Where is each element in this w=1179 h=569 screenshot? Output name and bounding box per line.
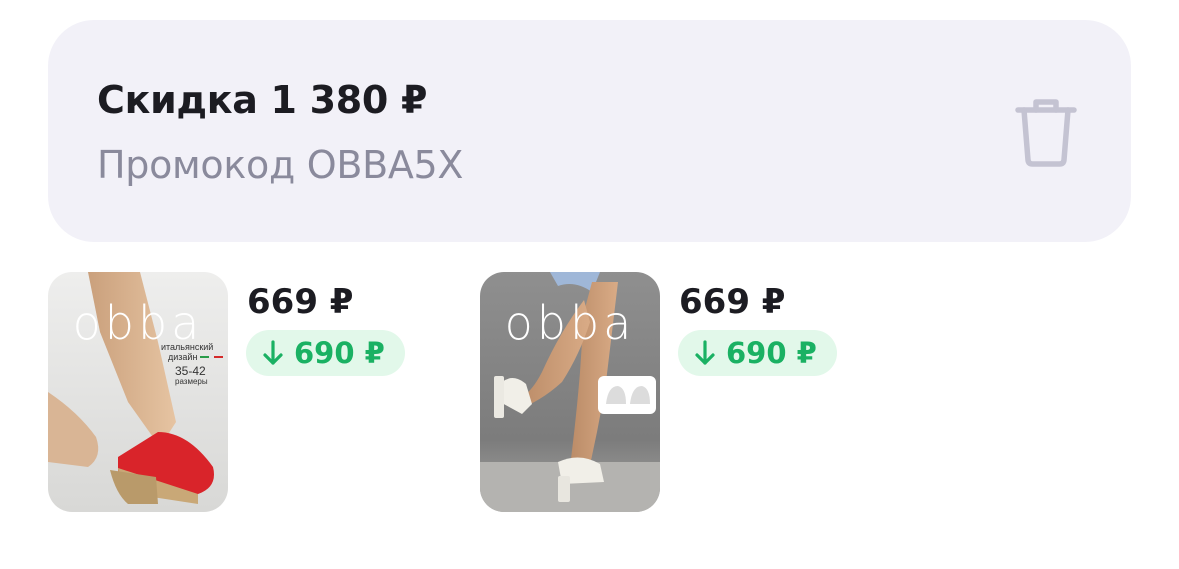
product-image[interactable]: obba итальянский дизайн 35-42 размеры	[48, 272, 228, 512]
discount-title: Скидка 1 380 ₽	[97, 78, 428, 122]
brand-logo: obba	[504, 296, 636, 350]
arrow-down-icon	[695, 340, 715, 365]
flag-green	[200, 356, 209, 358]
old-price: 690 ₽	[294, 336, 385, 370]
arrow-down-icon	[263, 340, 283, 365]
tag-line-1: итальянский	[161, 342, 214, 352]
trash-icon[interactable]	[1014, 96, 1078, 168]
discount-badge: 690 ₽	[246, 330, 405, 376]
product-image[interactable]: obba	[480, 272, 660, 512]
sizes-range: 35-42	[175, 364, 206, 378]
product-item[interactable]: obba итальянский дизайн 35-42 размеры 66…	[48, 272, 428, 514]
tag-line-2: дизайн	[168, 352, 198, 362]
old-price: 690 ₽	[726, 336, 817, 370]
promo-code-label: Промокод OBBA5X	[97, 143, 464, 187]
product-price: 669 ₽	[679, 282, 786, 322]
sizes-label: размеры	[175, 377, 208, 386]
product-price: 669 ₽	[247, 282, 354, 322]
product-item[interactable]: obba 669 ₽ 690 ₽	[480, 272, 860, 514]
flag-red	[214, 356, 223, 358]
promo-card: Скидка 1 380 ₽ Промокод OBBA5X	[48, 20, 1131, 242]
discount-badge: 690 ₽	[678, 330, 837, 376]
